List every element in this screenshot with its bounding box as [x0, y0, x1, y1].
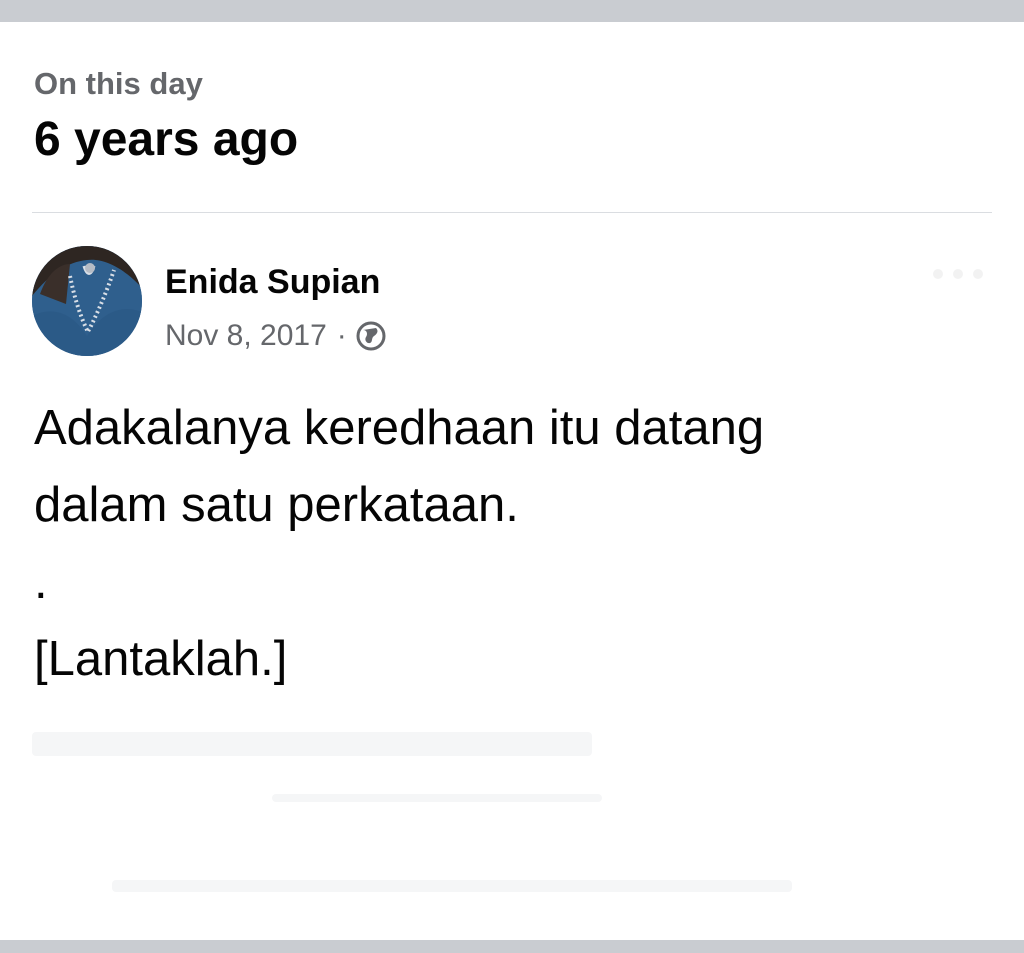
divider — [32, 212, 992, 213]
globe-icon — [355, 320, 387, 352]
more-options-icon[interactable] — [932, 268, 984, 280]
post-date[interactable]: Nov 8, 2017 — [165, 319, 327, 353]
meta-separator: · — [336, 319, 347, 352]
faded-line — [272, 794, 602, 802]
memory-card: On this day 6 years ago Enida Supian Nov… — [0, 22, 1024, 940]
avatar[interactable] — [32, 246, 142, 356]
faded-line — [32, 732, 592, 756]
post-text-line: Adakalanya keredhaan itu datang — [34, 401, 765, 455]
memory-title: 6 years ago — [34, 113, 299, 166]
memory-label: On this day — [34, 66, 203, 101]
faded-content — [32, 712, 992, 932]
post-meta: Nov 8, 2017 · — [165, 316, 387, 356]
post-text-line: [Lantaklah.] — [34, 632, 288, 686]
post-text: Adakalanya keredhaan itu datang dalam sa… — [34, 390, 974, 698]
avatar-image — [32, 246, 142, 356]
faded-line — [112, 880, 792, 892]
author-name[interactable]: Enida Supian — [165, 262, 380, 302]
post-text-line: dalam satu perkataan. — [34, 478, 519, 532]
post-text-line: . — [34, 555, 48, 609]
